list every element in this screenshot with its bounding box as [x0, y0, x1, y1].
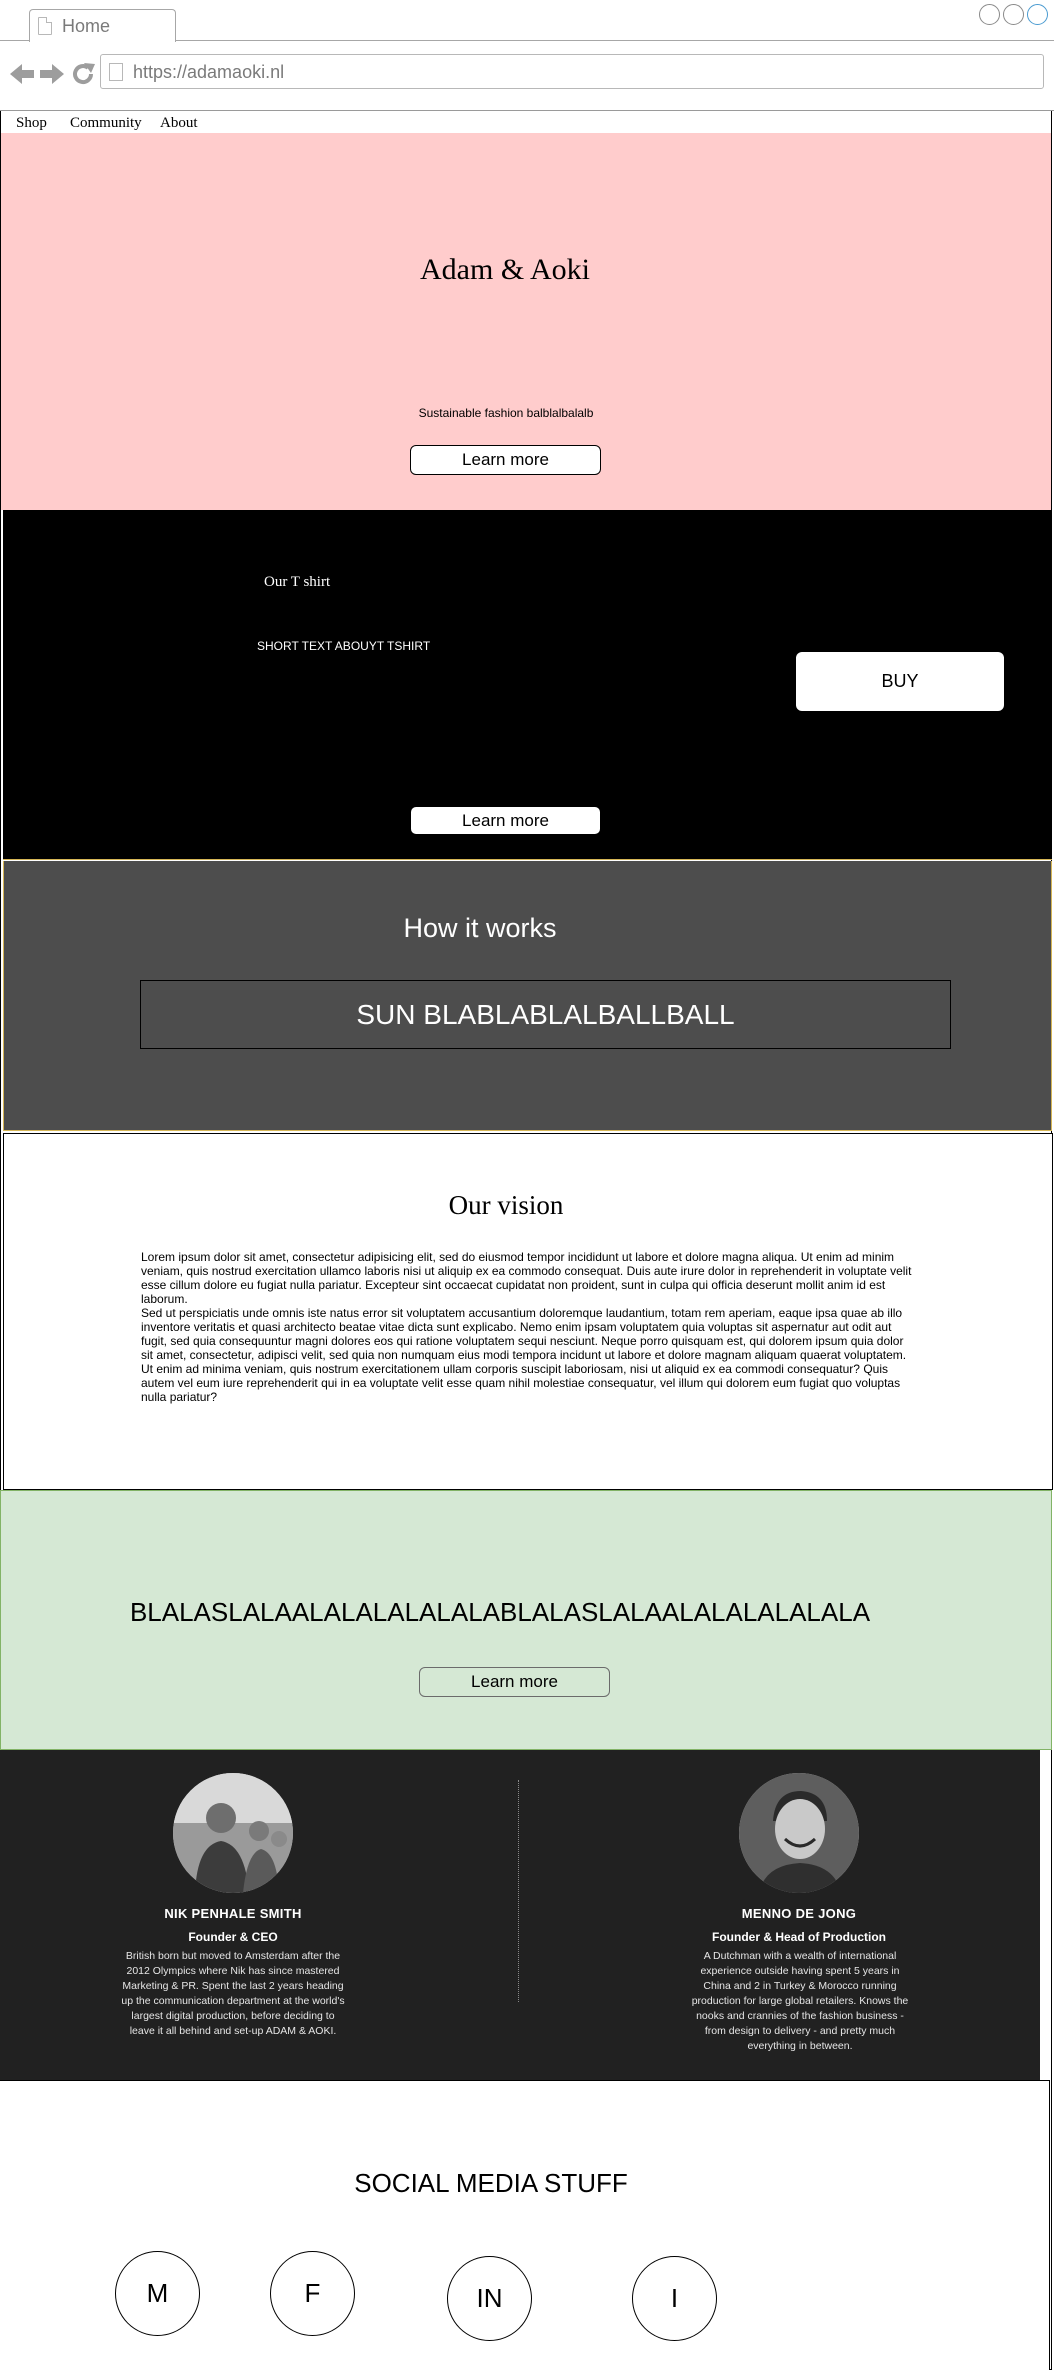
tshirt-learn-more-button[interactable]: Learn more	[410, 806, 601, 835]
member-bio: A Dutchman with a wealth of internationa…	[691, 1950, 909, 2052]
banner-learn-more-button[interactable]: Learn more	[419, 1667, 610, 1697]
social-title: SOCIAL MEDIA STUFF	[354, 2168, 628, 2198]
page-icon	[109, 63, 123, 81]
vision-text: Lorem ipsum dolor sit amet, consectetur …	[141, 1250, 912, 1404]
minimize-icon[interactable]	[979, 4, 1000, 25]
portrait-photo-icon	[173, 1773, 293, 1893]
tab-title: Home	[62, 16, 111, 36]
nav-community[interactable]: Community	[70, 113, 142, 133]
tshirt-title: Our T shirt	[264, 574, 331, 590]
social-i-icon[interactable]: I	[632, 2256, 717, 2341]
forward-arrow-icon[interactable]	[38, 60, 66, 88]
page-icon	[38, 17, 52, 35]
nav-shop[interactable]: Shop	[16, 113, 47, 133]
vision-title: Our vision	[448, 1190, 564, 1220]
avatar	[739, 1773, 859, 1893]
buy-button[interactable]: BUY	[796, 652, 1004, 711]
hero-subtitle: Sustainable fashion balblalbalalb	[418, 406, 594, 420]
team-divider	[518, 1780, 519, 2002]
reload-icon[interactable]	[69, 60, 97, 88]
member-name: NIK PENHALE SMITH	[164, 1906, 302, 1921]
close-icon[interactable]	[1027, 4, 1048, 25]
social-f-icon[interactable]: F	[270, 2251, 355, 2336]
portrait-photo-icon	[739, 1773, 859, 1893]
hero-learn-more-button[interactable]: Learn more	[410, 445, 601, 475]
back-arrow-icon[interactable]	[8, 60, 36, 88]
nav-about[interactable]: About	[160, 113, 198, 133]
social-in-icon[interactable]: IN	[447, 2256, 532, 2341]
browser-tab[interactable]: Home	[29, 9, 176, 42]
member-role: Founder & CEO	[188, 1930, 278, 1944]
member-bio: British born but moved to Amsterdam afte…	[121, 1950, 345, 2037]
how-it-works-box: SUN BLABLABLALBALLBALL	[140, 980, 951, 1049]
maximize-icon[interactable]	[1003, 4, 1024, 25]
member-role: Founder & Head of Production	[712, 1930, 886, 1944]
avatar	[173, 1773, 293, 1893]
url-text: https://adamaoki.nl	[133, 62, 285, 82]
social-m-icon[interactable]: M	[115, 2251, 200, 2336]
how-it-works-title: How it works	[403, 913, 557, 943]
address-bar[interactable]: https://adamaoki.nl	[100, 54, 1044, 89]
banner-text: BLALASLALAALALALALALALABLALASLALAALALALA…	[129, 1597, 871, 1627]
hero-title: Adam & Aoki	[420, 253, 590, 286]
member-name: MENNO DE JONG	[741, 1906, 857, 1921]
tshirt-description: SHORT TEXT ABOUYT TSHIRT	[257, 639, 431, 653]
